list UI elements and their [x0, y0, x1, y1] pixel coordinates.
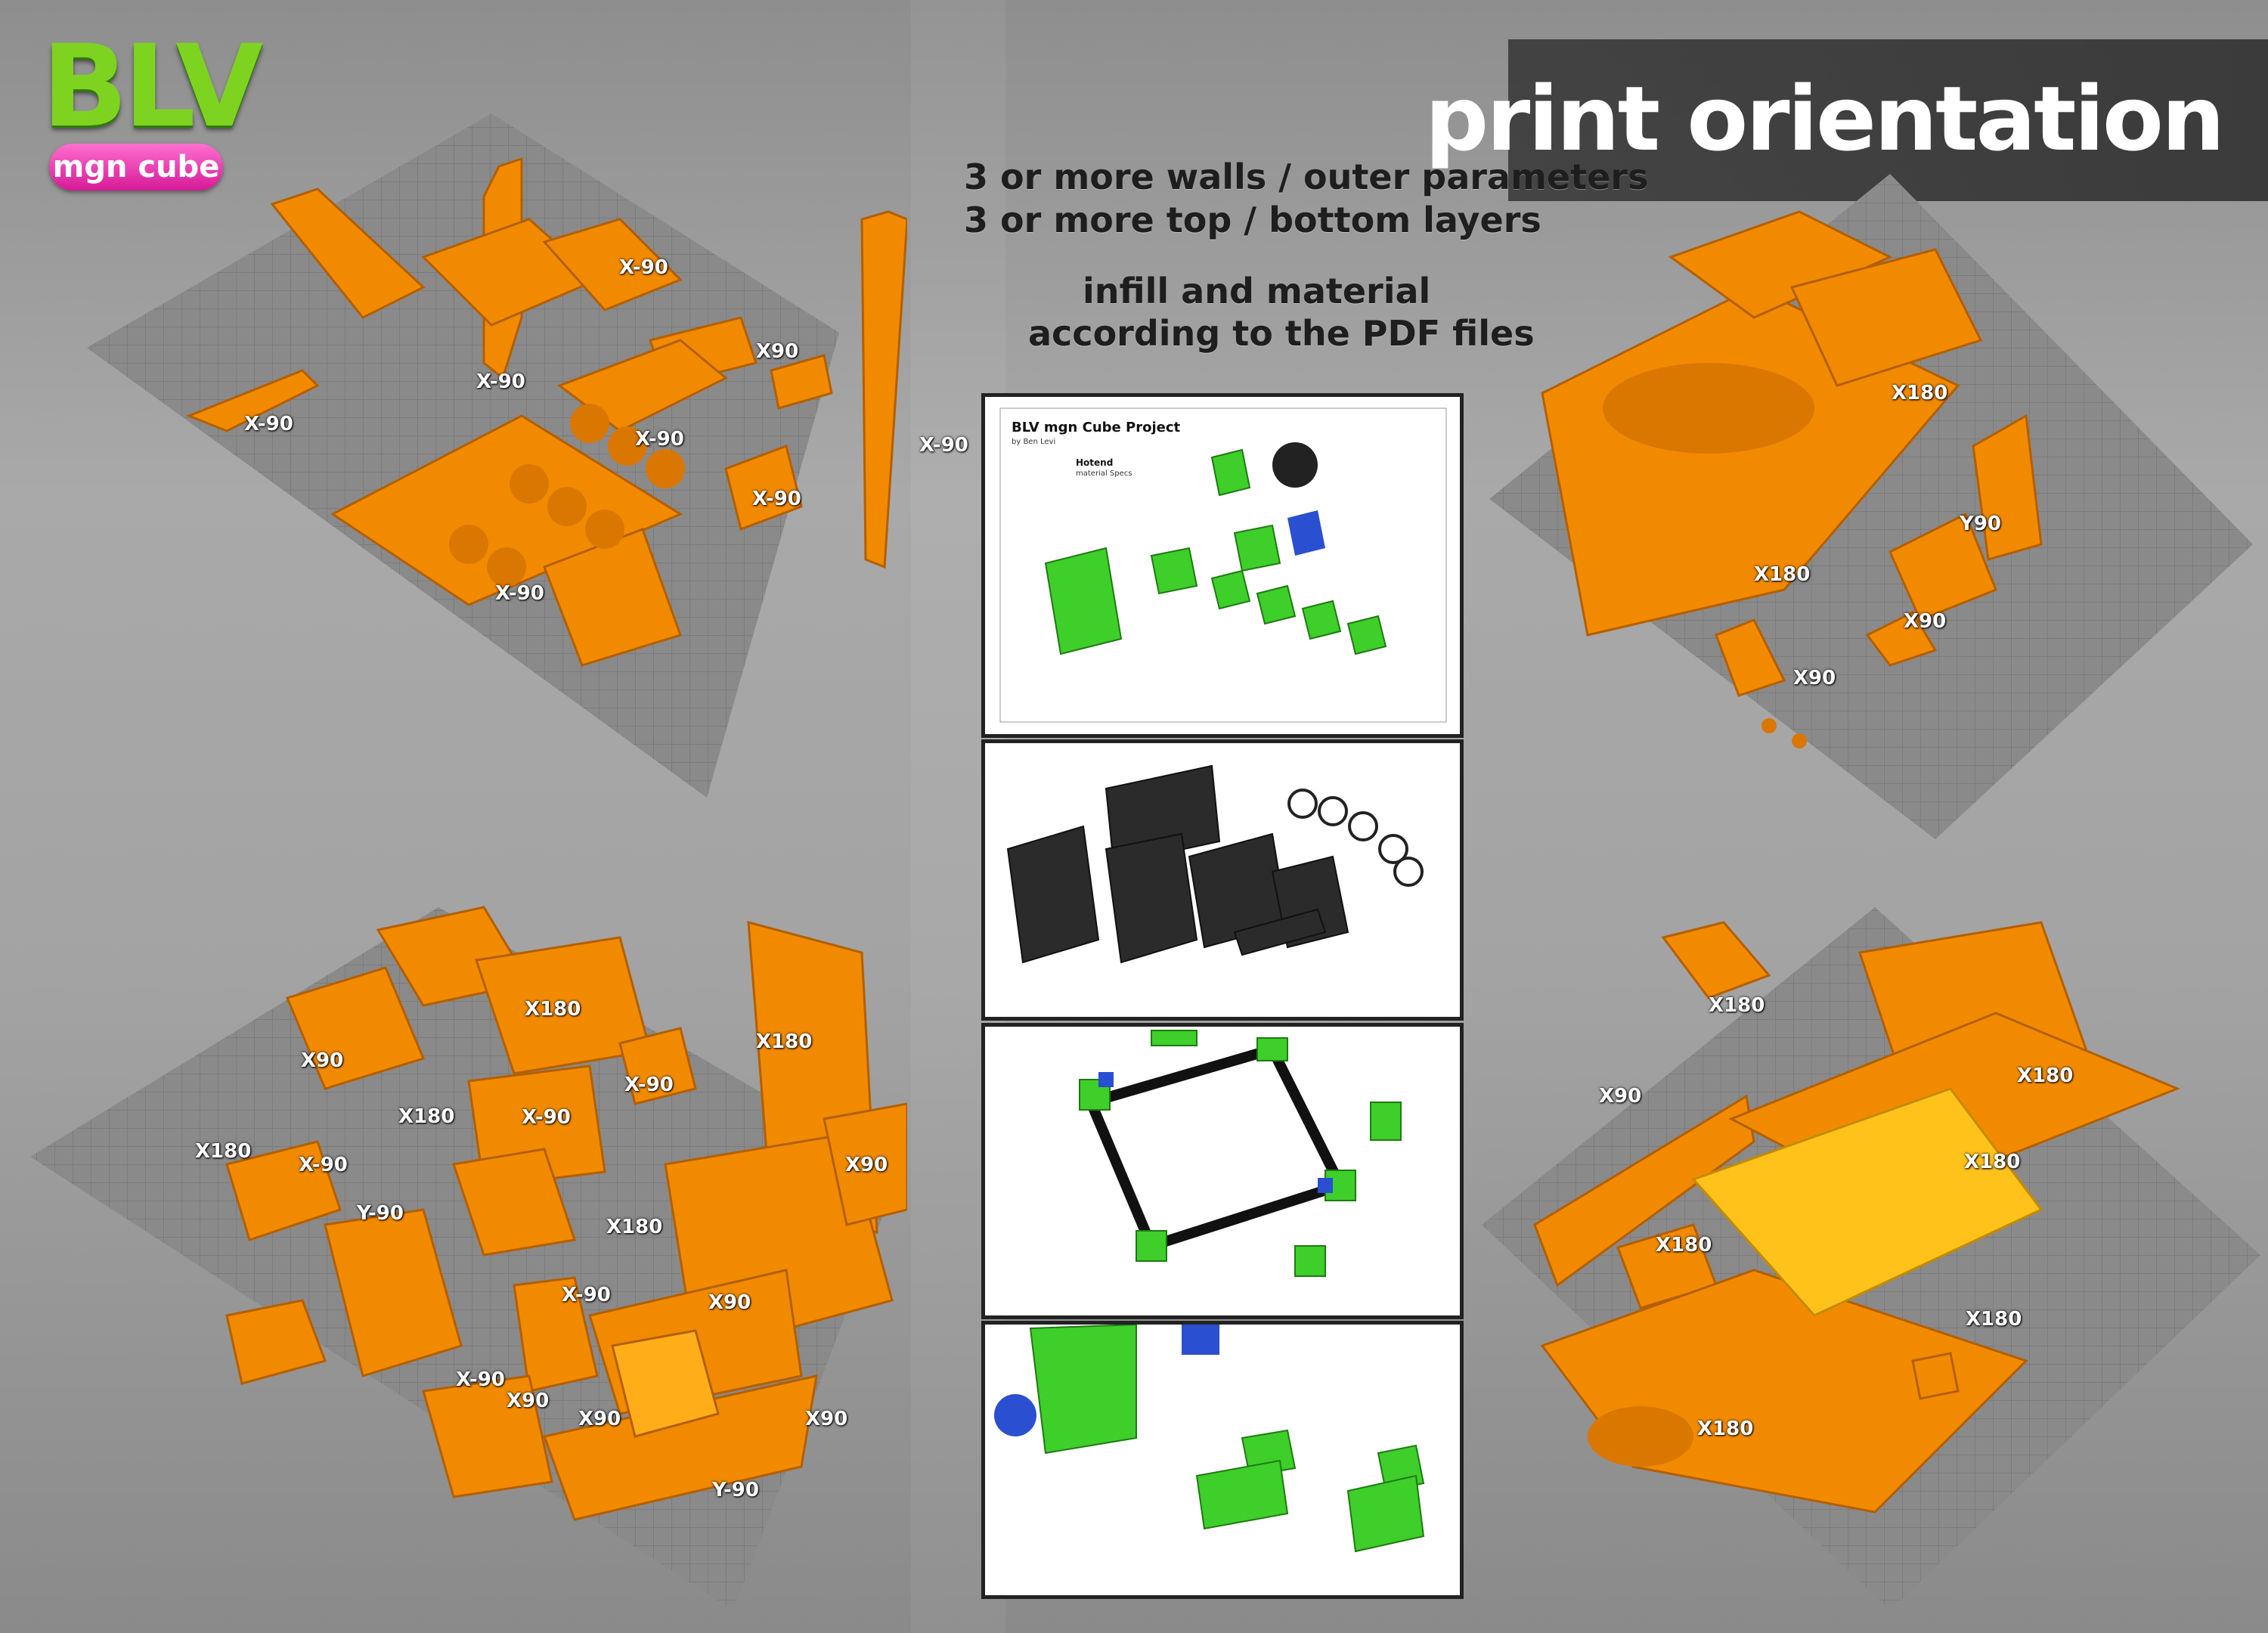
build-plate-bottom-left: X180 X180 X90 X-90 X180 X-90 X180 X-90 X…: [0, 892, 907, 1618]
part-label: X180: [1964, 1151, 2021, 1173]
part-label: X180: [398, 1105, 455, 1128]
pdf-author: by Ben Levi: [1012, 438, 1056, 446]
part-label: X90: [708, 1291, 751, 1314]
pdf-page-hotend: BLV mgn Cube Project by Ben Levi Hotend …: [981, 393, 1464, 738]
pdf-page-front: [981, 739, 1464, 1021]
part-label: X90: [756, 340, 799, 363]
part-label: X90: [805, 1408, 848, 1430]
part-label: X180: [2017, 1064, 2074, 1087]
pdf-project-title: BLV mgn Cube Project: [1012, 420, 1181, 435]
part-label: X90: [507, 1390, 550, 1412]
part-label: X90: [1793, 667, 1836, 689]
part-label: X-90: [476, 370, 525, 393]
part-label: X-90: [635, 428, 684, 451]
part-label: X-90: [919, 434, 968, 457]
part-label: X-90: [495, 582, 544, 605]
part-label: Y-90: [357, 1202, 404, 1225]
note-infill: infill and material: [1083, 271, 1431, 311]
part-label: X90: [845, 1154, 888, 1176]
pdf-section: Hotend: [1076, 457, 1114, 468]
part-label: X180: [756, 1030, 813, 1053]
part-label: X-90: [522, 1106, 571, 1129]
part-label: X-90: [456, 1368, 505, 1391]
build-plate-top-right: X180 Y90 X180 X90 X90: [1467, 166, 2268, 847]
pdf-page-frame: [981, 1023, 1464, 1319]
note-layers: 3 or more top / bottom layers: [964, 200, 1541, 240]
page-title: print orientation: [1424, 67, 2225, 171]
part-label: Y90: [1960, 513, 2002, 535]
part-label: X180: [1754, 563, 1811, 586]
part-label: X90: [578, 1408, 621, 1430]
part-label: X90: [1904, 610, 1947, 633]
build-plate-top-left: X-90 X-90 X90 X-90 X-90 X-90 X-90 X-90: [0, 91, 968, 816]
part-label: X180: [1709, 994, 1765, 1017]
part-label: X-90: [619, 256, 668, 279]
part-label: X180: [525, 998, 581, 1021]
part-label: X-90: [299, 1154, 348, 1176]
part-label: X180: [1697, 1418, 1754, 1440]
pdf-section-sub: material Specs: [1076, 469, 1132, 478]
part-label: X180: [606, 1216, 663, 1238]
part-label: X90: [1599, 1085, 1642, 1108]
part-label: X-90: [624, 1074, 674, 1096]
part-label: X180: [1966, 1308, 2022, 1331]
build-plate-bottom-right: X180 X180 X90 X180 X180 X180 X180: [1467, 892, 2268, 1618]
part-label: X-90: [244, 413, 293, 435]
part-label: X90: [301, 1049, 344, 1072]
note-pdf: according to the PDF files: [1028, 313, 1535, 354]
part-label: Y-90: [712, 1479, 759, 1501]
part-label: X180: [195, 1140, 252, 1163]
pdf-page-y-axis: [981, 1321, 1464, 1599]
part-label: X-90: [752, 488, 801, 510]
part-label: X180: [1892, 382, 1948, 404]
part-label: X180: [1656, 1234, 1712, 1257]
part-label: X-90: [562, 1284, 611, 1306]
